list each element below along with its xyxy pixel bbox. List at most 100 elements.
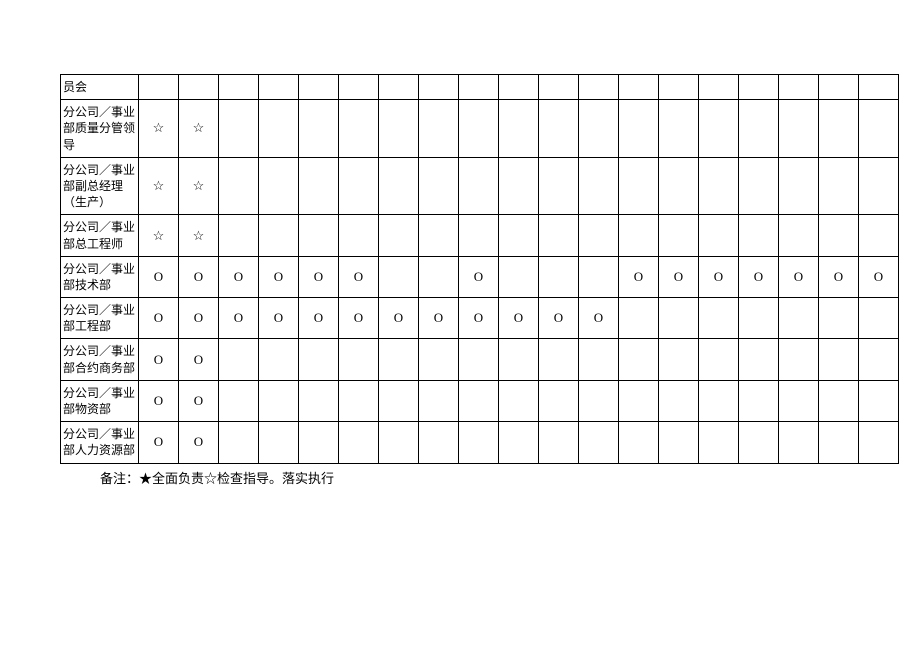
matrix-cell — [579, 75, 619, 100]
matrix-cell: O — [819, 256, 859, 297]
matrix-cell — [659, 215, 699, 256]
matrix-cell — [419, 422, 459, 463]
matrix-cell — [619, 380, 659, 421]
table-row: 分公司／事业部合约商务部OO — [61, 339, 899, 380]
matrix-cell — [579, 215, 619, 256]
matrix-cell: O — [139, 422, 179, 463]
matrix-cell — [819, 100, 859, 158]
matrix-cell: O — [139, 339, 179, 380]
matrix-cell — [219, 157, 259, 215]
table-footnote: 备注：★全面负责☆检查指导。落实执行 — [60, 464, 860, 487]
matrix-cell — [219, 339, 259, 380]
matrix-cell — [339, 100, 379, 158]
matrix-cell: O — [179, 256, 219, 297]
row-label: 分公司／事业部人力资源部 — [61, 422, 139, 463]
matrix-cell — [819, 298, 859, 339]
matrix-cell — [859, 215, 899, 256]
row-label: 分公司／事业部总工程师 — [61, 215, 139, 256]
table-row: 分公司／事业部物资部OO — [61, 380, 899, 421]
matrix-cell: O — [779, 256, 819, 297]
matrix-cell — [779, 298, 819, 339]
matrix-cell — [739, 100, 779, 158]
matrix-cell — [379, 339, 419, 380]
matrix-cell — [459, 75, 499, 100]
matrix-cell — [619, 75, 659, 100]
matrix-cell — [299, 422, 339, 463]
matrix-cell — [299, 215, 339, 256]
matrix-cell — [299, 157, 339, 215]
matrix-cell — [859, 298, 899, 339]
matrix-cell — [859, 339, 899, 380]
matrix-cell — [739, 75, 779, 100]
matrix-cell — [419, 75, 459, 100]
matrix-cell — [579, 157, 619, 215]
matrix-cell: O — [499, 298, 539, 339]
matrix-cell — [219, 422, 259, 463]
matrix-cell — [819, 339, 859, 380]
table-row: 分公司／事业部副总经理（生产）☆☆ — [61, 157, 899, 215]
matrix-cell — [499, 339, 539, 380]
matrix-cell — [499, 256, 539, 297]
table-row: 分公司／事业部质量分管领导☆☆ — [61, 100, 899, 158]
matrix-cell — [619, 100, 659, 158]
matrix-cell: O — [139, 256, 179, 297]
matrix-cell — [259, 100, 299, 158]
matrix-cell — [379, 256, 419, 297]
row-label: 分公司／事业部工程部 — [61, 298, 139, 339]
matrix-cell — [539, 157, 579, 215]
matrix-cell: ☆ — [179, 100, 219, 158]
matrix-cell: O — [219, 298, 259, 339]
matrix-cell — [259, 157, 299, 215]
matrix-cell — [779, 215, 819, 256]
matrix-cell — [859, 157, 899, 215]
matrix-cell — [379, 157, 419, 215]
matrix-cell — [779, 422, 819, 463]
matrix-cell — [499, 215, 539, 256]
matrix-cell — [459, 100, 499, 158]
matrix-cell — [259, 215, 299, 256]
matrix-cell — [579, 339, 619, 380]
matrix-cell — [379, 380, 419, 421]
matrix-cell — [699, 157, 739, 215]
matrix-cell: O — [299, 256, 339, 297]
matrix-cell — [739, 380, 779, 421]
matrix-cell: O — [459, 256, 499, 297]
matrix-cell — [859, 75, 899, 100]
matrix-cell — [779, 157, 819, 215]
matrix-cell — [419, 380, 459, 421]
matrix-cell: O — [259, 256, 299, 297]
matrix-cell — [459, 380, 499, 421]
matrix-cell: O — [179, 422, 219, 463]
matrix-cell — [659, 339, 699, 380]
table-row: 分公司／事业部人力资源部OO — [61, 422, 899, 463]
matrix-cell: O — [179, 339, 219, 380]
matrix-cell — [739, 339, 779, 380]
matrix-cell: ☆ — [139, 100, 179, 158]
matrix-cell — [499, 100, 539, 158]
matrix-cell — [579, 100, 619, 158]
matrix-cell — [739, 298, 779, 339]
matrix-cell: O — [739, 256, 779, 297]
matrix-cell: O — [419, 298, 459, 339]
matrix-cell — [379, 215, 419, 256]
matrix-cell — [659, 100, 699, 158]
matrix-cell — [659, 157, 699, 215]
matrix-cell — [699, 298, 739, 339]
matrix-cell — [339, 157, 379, 215]
matrix-cell — [339, 215, 379, 256]
matrix-cell: O — [179, 380, 219, 421]
matrix-cell — [619, 422, 659, 463]
matrix-cell — [299, 380, 339, 421]
matrix-cell — [419, 100, 459, 158]
row-label: 员会 — [61, 75, 139, 100]
matrix-cell — [379, 75, 419, 100]
matrix-cell — [819, 380, 859, 421]
matrix-cell — [459, 422, 499, 463]
matrix-cell — [259, 380, 299, 421]
matrix-cell — [739, 422, 779, 463]
matrix-cell — [539, 100, 579, 158]
matrix-cell — [459, 157, 499, 215]
matrix-cell: O — [219, 256, 259, 297]
matrix-cell — [859, 422, 899, 463]
table-row: 分公司／事业部工程部OOOOOOOOOOOO — [61, 298, 899, 339]
